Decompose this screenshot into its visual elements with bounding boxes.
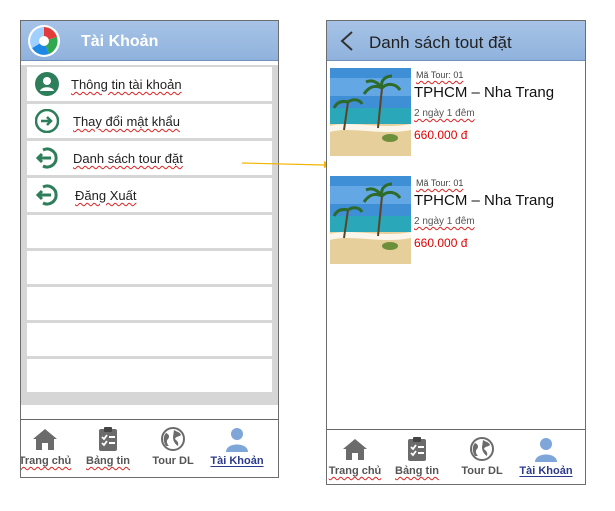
key-enter-icon xyxy=(35,109,59,133)
flow-arrow-icon xyxy=(242,161,331,168)
person-icon xyxy=(535,438,557,462)
tab-home[interactable]: Trang chủ xyxy=(327,436,387,477)
tab-account[interactable]: Tài Khoản xyxy=(205,426,269,467)
home-icon xyxy=(33,429,57,450)
booked-tours-screen: Danh sách tout đặt Mã Tour: 01 TPHCM – N… xyxy=(326,20,586,485)
tour-thumbnail xyxy=(330,176,411,264)
menu-item-change-password[interactable]: Thay đổi mật khẩu xyxy=(27,104,272,138)
tour-code: Mã Tour: 01 xyxy=(416,70,464,80)
tour-name: TPHCM – Nha Trang xyxy=(414,192,555,209)
tour-card[interactable]: Mã Tour: 01 TPHCM – Nha Trang 2 ngày 1 đ… xyxy=(330,68,580,156)
tour-card[interactable]: Mã Tour: 01 TPHCM – Nha Trang 2 ngày 1 đ… xyxy=(330,176,580,264)
account-menu: Thông tin tài khoản Thay đổi mật khẩu Da… xyxy=(21,65,278,405)
tab-tours[interactable]: Tour DL xyxy=(450,436,514,477)
globe-icon xyxy=(470,437,494,461)
tab-account[interactable]: Tài Khoản xyxy=(514,436,578,477)
tours-header: Danh sách tout đặt xyxy=(327,21,585,61)
tab-tours[interactable]: Tour DL xyxy=(141,426,205,467)
clipboard-icon xyxy=(99,427,117,451)
tab-label: Bảng tin xyxy=(86,455,130,467)
menu-item-booked-tours[interactable]: Danh sách tour đặt xyxy=(27,141,272,175)
tab-label: Tour DL xyxy=(152,455,194,467)
tour-name: TPHCM – Nha Trang xyxy=(414,84,555,101)
page-title: Tài Khoản xyxy=(81,33,159,50)
empty-list-row xyxy=(27,287,272,320)
tab-label: Tài Khoản xyxy=(210,455,264,467)
tour-code: Mã Tour: 01 xyxy=(416,178,464,188)
tab-label: Trang chủ xyxy=(328,465,382,477)
back-chevron-icon[interactable] xyxy=(339,30,355,52)
clipboard-icon xyxy=(408,437,426,461)
user-icon xyxy=(35,72,59,96)
globe-icon xyxy=(161,427,185,451)
tab-label: Tour DL xyxy=(461,465,503,477)
menu-item-logout[interactable]: Đăng Xuất xyxy=(27,178,272,212)
account-header: Tài Khoản xyxy=(21,21,278,61)
tab-label: Tài Khoản xyxy=(519,465,573,477)
empty-list-row xyxy=(27,323,272,356)
empty-list-row xyxy=(27,251,272,284)
page-title: Danh sách tout đặt xyxy=(369,33,512,52)
tour-price: 660.000 đ xyxy=(414,236,468,250)
menu-item-account-info[interactable]: Thông tin tài khoản xyxy=(27,67,272,101)
person-icon xyxy=(226,428,248,452)
menu-item-label: Danh sách tour đặt xyxy=(73,151,183,166)
menu-item-label: Thay đổi mật khẩu xyxy=(73,114,180,129)
app-logo-icon xyxy=(28,25,60,57)
empty-list-row xyxy=(27,215,272,248)
tour-duration: 2 ngày 1 đêm xyxy=(414,216,475,227)
tour-price: 660.000 đ xyxy=(414,128,468,142)
menu-item-label: Thông tin tài khoản xyxy=(71,77,182,92)
tour-duration: 2 ngày 1 đêm xyxy=(414,108,475,119)
bottom-tab-bar: Trang chủ Bảng tin Tour DL Tài Khoản xyxy=(327,429,585,484)
logout-arrow-icon xyxy=(35,184,58,206)
empty-list-row xyxy=(27,359,272,392)
tab-label: Trang chủ xyxy=(20,455,72,467)
home-icon xyxy=(343,439,367,460)
tour-thumbnail xyxy=(330,68,411,156)
tab-news[interactable]: Bảng tin xyxy=(385,436,449,477)
bottom-tab-bar: Trang chủ Bảng tin Tour DL Tài Khoản xyxy=(21,419,278,477)
menu-item-label: Đăng Xuất xyxy=(75,188,137,203)
tab-news[interactable]: Bảng tin xyxy=(76,426,140,467)
tab-home[interactable]: Trang chủ xyxy=(20,426,77,467)
account-screen: Tài Khoản Thông tin tài khoản Thay đổi m… xyxy=(20,20,279,478)
logout-arrow-icon xyxy=(35,147,58,169)
tab-label: Bảng tin xyxy=(395,465,439,477)
